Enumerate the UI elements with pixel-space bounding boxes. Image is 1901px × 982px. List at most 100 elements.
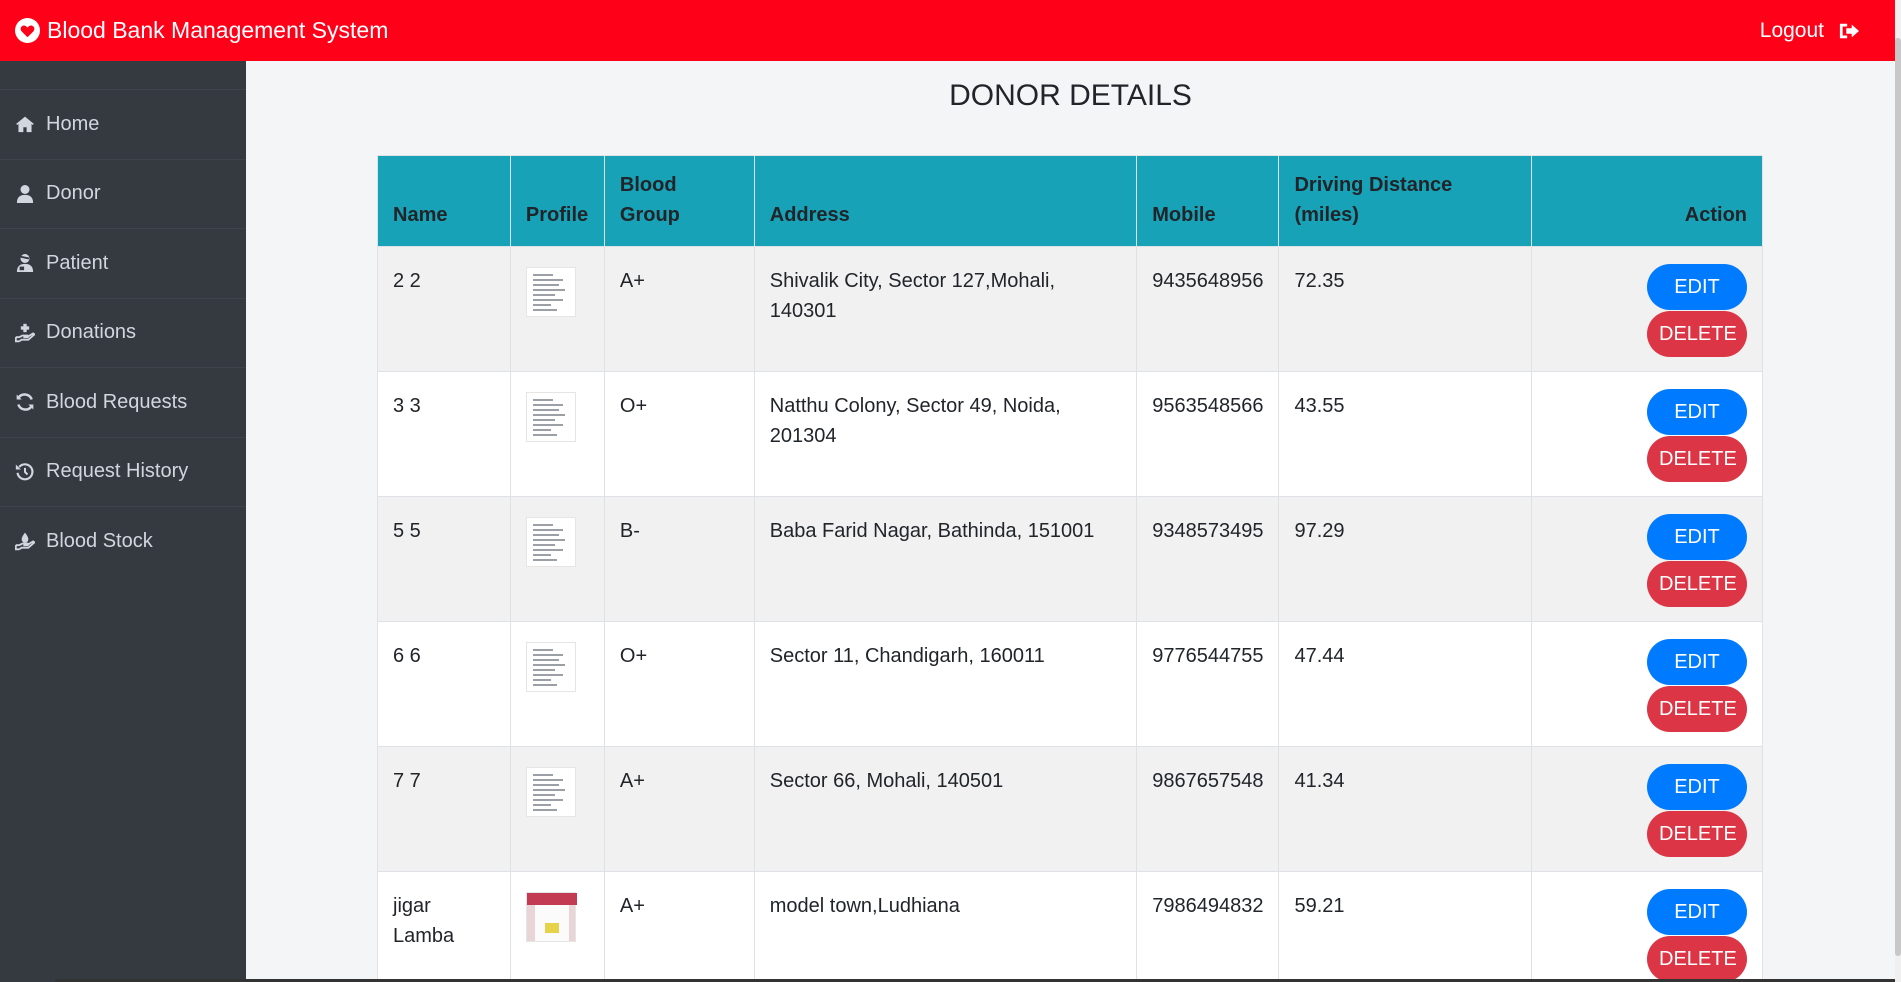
sidebar-item-blood-stock[interactable]: Blood Stock (0, 506, 246, 576)
cell-profile (509, 496, 605, 622)
sidebar-item-label: Blood Stock (46, 529, 153, 552)
profile-thumbnail[interactable] (525, 267, 576, 317)
cell-profile (509, 746, 605, 872)
user-injured-icon (15, 253, 35, 273)
top-navbar: Blood Bank Management System Logout (0, 0, 1895, 61)
column-header-profile: Profile (509, 155, 605, 247)
table-row: 5 5 B- Baba Farid Nagar, Bathinda, 15100… (377, 496, 1763, 622)
cell-action: EDIT DELETE (1531, 621, 1763, 747)
cell-action: EDIT DELETE (1531, 746, 1763, 872)
logout-label: Logout (1759, 18, 1824, 42)
cell-blood-group: O+ (603, 621, 755, 747)
delete-button[interactable]: DELETE (1647, 436, 1747, 482)
sign-out-icon (1839, 23, 1859, 38)
cell-profile (509, 246, 605, 372)
table-row: 3 3 O+ Natthu Colony, Sector 49, Noida, … (377, 371, 1763, 497)
cell-name: jigar Lamba (377, 871, 511, 982)
cell-name: 6 6 (377, 621, 511, 747)
cell-distance: 43.55 (1278, 371, 1533, 497)
cell-name: 5 5 (377, 496, 511, 622)
cell-profile (509, 871, 605, 982)
user-icon (15, 184, 35, 204)
cell-mobile: 9348573495 (1136, 496, 1280, 622)
cell-distance: 41.34 (1278, 746, 1533, 872)
cell-mobile: 9435648956 (1136, 246, 1280, 372)
cell-mobile: 7986494832 (1136, 871, 1280, 982)
sidebar-item-request-history[interactable]: Request History (0, 436, 246, 507)
delete-button[interactable]: DELETE (1647, 686, 1747, 732)
cell-profile (509, 621, 605, 747)
sidebar: Home Donor Patient Donations Blood Reque… (0, 61, 246, 982)
column-header-distance: Driving Distance (miles) (1278, 155, 1533, 247)
profile-thumbnail[interactable] (525, 892, 577, 942)
column-header-action: Action (1531, 155, 1763, 247)
cell-address: Shivalik City, Sector 127,Mohali, 140301 (753, 246, 1138, 372)
logout-button[interactable]: Logout (1760, 19, 1860, 43)
edit-button[interactable]: EDIT (1647, 264, 1747, 310)
heart-icon (15, 18, 40, 43)
table-header-row: Name Profile Blood Group Address Mobile … (377, 155, 1763, 247)
edit-button[interactable]: EDIT (1647, 389, 1747, 435)
cell-address: model town,Ludhiana (753, 871, 1138, 982)
hand-holding-icon (15, 531, 35, 551)
sidebar-item-label: Donor (46, 182, 101, 205)
delete-button[interactable]: DELETE (1647, 936, 1747, 982)
sidebar-item-patient[interactable]: Patient (0, 228, 246, 298)
scrollbar-thumb[interactable] (1895, 38, 1901, 956)
delete-button[interactable]: DELETE (1647, 311, 1747, 357)
cell-address: Sector 66, Mohali, 140501 (753, 746, 1138, 872)
profile-thumbnail[interactable] (525, 767, 576, 817)
brand[interactable]: Blood Bank Management System (15, 17, 388, 44)
cell-blood-group: A+ (603, 246, 755, 372)
delete-button[interactable]: DELETE (1647, 561, 1747, 607)
column-header-name: Name (377, 155, 511, 247)
cell-name: 7 7 (377, 746, 511, 872)
sidebar-item-label: Patient (46, 251, 109, 274)
cell-blood-group: A+ (603, 871, 755, 982)
cell-action: EDIT DELETE (1531, 246, 1763, 372)
profile-thumbnail[interactable] (525, 392, 576, 442)
table-row: 2 2 A+ Shivalik City, Sector 127,Mohali,… (377, 246, 1763, 372)
table-row: 7 7 A+ Sector 66, Mohali, 140501 9867657… (377, 746, 1763, 872)
sidebar-item-home[interactable]: Home (0, 89, 246, 159)
cell-distance: 47.44 (1278, 621, 1533, 747)
sidebar-item-donations[interactable]: Donations (0, 297, 246, 368)
profile-thumbnail[interactable] (525, 642, 576, 692)
page-title: DONOR DETAILS (949, 79, 1192, 112)
column-header-mobile: Mobile (1136, 155, 1280, 247)
scrollbar[interactable] (1895, 0, 1901, 982)
main-content: DONOR DETAILS Name Profile Blood Group A… (246, 61, 1895, 982)
cell-profile (509, 371, 605, 497)
cell-blood-group: B- (603, 496, 755, 622)
sidebar-item-label: Blood Requests (46, 390, 188, 413)
edit-button[interactable]: EDIT (1647, 639, 1747, 685)
table-row: 6 6 O+ Sector 11, Chandigarh, 160011 977… (377, 621, 1763, 747)
column-header-blood-group: Blood Group (603, 155, 755, 247)
edit-button[interactable]: EDIT (1647, 764, 1747, 810)
sidebar-item-label: Request History (46, 460, 189, 483)
cell-blood-group: O+ (603, 371, 755, 497)
column-header-address: Address (753, 155, 1138, 247)
cell-address: Sector 11, Chandigarh, 160011 (753, 621, 1138, 747)
donor-table: Name Profile Blood Group Address Mobile … (377, 155, 1763, 982)
home-icon (15, 114, 35, 134)
cell-address: Natthu Colony, Sector 49, Noida, 201304 (753, 371, 1138, 497)
history-icon (15, 462, 35, 482)
cell-mobile: 9867657548 (1136, 746, 1280, 872)
edit-button[interactable]: EDIT (1647, 514, 1747, 560)
cell-name: 2 2 (377, 246, 511, 372)
hand-holding-plus-icon (15, 323, 35, 343)
sync-icon (15, 392, 35, 412)
sidebar-item-blood-requests[interactable]: Blood Requests (0, 367, 246, 437)
edit-button[interactable]: EDIT (1647, 889, 1747, 935)
cell-blood-group: A+ (603, 746, 755, 872)
profile-thumbnail[interactable] (525, 517, 576, 567)
sidebar-item-label: Donations (46, 321, 137, 344)
cell-distance: 97.29 (1278, 496, 1533, 622)
sidebar-item-label: Home (46, 112, 100, 135)
cell-action: EDIT DELETE (1531, 496, 1763, 622)
delete-button[interactable]: DELETE (1647, 811, 1747, 857)
cell-mobile: 9776544755 (1136, 621, 1280, 747)
table-row: jigar Lamba A+ model town,Ludhiana 79864… (377, 871, 1763, 982)
sidebar-item-donor[interactable]: Donor (0, 158, 246, 229)
